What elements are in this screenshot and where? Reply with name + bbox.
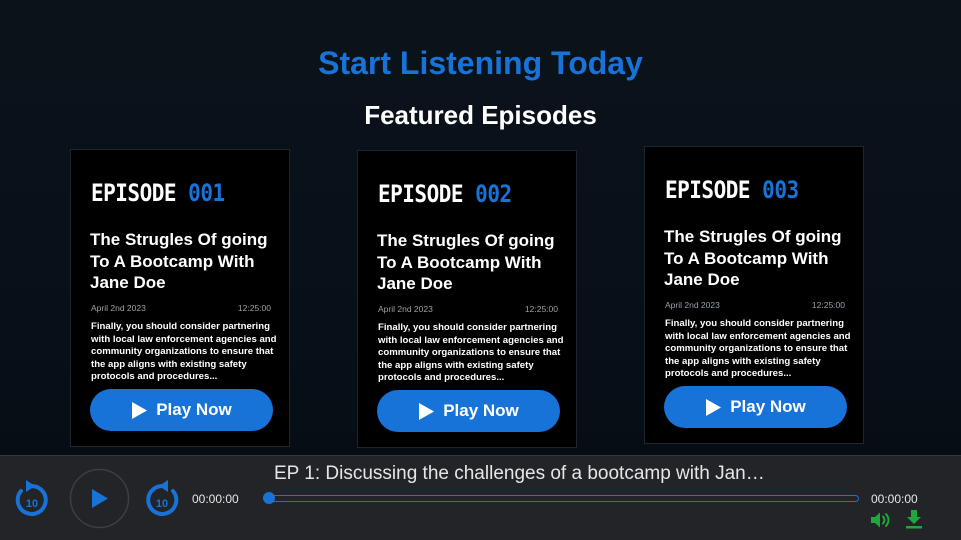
- episode-number: 002: [475, 180, 512, 208]
- episode-title: The Strugles Of going To A Bootcamp With…: [664, 227, 842, 289]
- end-time: 00:00:00: [871, 492, 918, 506]
- episode-title: The Strugles Of going To A Bootcamp With…: [90, 230, 268, 292]
- play-icon: [132, 401, 148, 419]
- play-pause-button[interactable]: [69, 468, 130, 529]
- play-now-label: Play Now: [730, 397, 806, 416]
- audio-player: 10 10 EP 1: Discussing the challenges of…: [0, 455, 961, 540]
- episode-label: EPISODE 002: [378, 180, 512, 208]
- section-title: Featured Episodes: [364, 100, 597, 130]
- now-playing-title: EP 1: Discussing the challenges of a boo…: [274, 463, 765, 484]
- episode-duration: 12:25:00: [811, 300, 845, 310]
- play-now-button[interactable]: Play Now: [664, 386, 847, 428]
- episode-number: 003: [762, 176, 799, 204]
- episode-word: EPISODE: [378, 180, 464, 208]
- episode-card: EPISODE 003 The Strugles Of going To A B…: [644, 146, 864, 444]
- rewind-seconds: 10: [26, 498, 38, 510]
- rewind-10-icon[interactable]: 10: [12, 476, 52, 522]
- play-now-label: Play Now: [443, 401, 519, 420]
- play-icon: [92, 489, 108, 508]
- episode-duration: 12:25:00: [524, 304, 558, 314]
- episode-description: Finally, you should consider partnering …: [378, 322, 564, 384]
- episode-word: EPISODE: [665, 176, 751, 204]
- episode-title: The Strugles Of going To A Bootcamp With…: [377, 231, 555, 293]
- hero-title: Start Listening Today: [318, 45, 643, 81]
- play-now-button[interactable]: Play Now: [90, 389, 273, 431]
- volume-icon[interactable]: [870, 511, 892, 529]
- episode-label: EPISODE 001: [91, 179, 225, 207]
- episode-description: Finally, you should consider partnering …: [665, 318, 851, 380]
- episode-date: April 2nd 2023: [91, 303, 146, 313]
- progress-handle[interactable]: [263, 492, 275, 504]
- play-icon: [419, 402, 435, 420]
- download-icon[interactable]: [905, 509, 923, 529]
- episode-number: 001: [188, 179, 225, 207]
- play-now-label: Play Now: [156, 400, 232, 419]
- play-now-button[interactable]: Play Now: [377, 390, 560, 432]
- episode-label: EPISODE 003: [665, 176, 799, 204]
- episode-card: EPISODE 001 The Strugles Of going To A B…: [70, 149, 290, 447]
- episode-word: EPISODE: [91, 179, 177, 207]
- play-icon: [706, 398, 722, 416]
- episode-duration: 12:25:00: [237, 303, 271, 313]
- episode-description: Finally, you should consider partnering …: [91, 321, 277, 383]
- progress-bar[interactable]: [263, 492, 859, 504]
- episode-date: April 2nd 2023: [665, 300, 720, 310]
- episode-date: April 2nd 2023: [378, 304, 433, 314]
- episode-card: EPISODE 002 The Strugles Of going To A B…: [357, 150, 577, 448]
- forward-10-icon[interactable]: 10: [142, 476, 182, 522]
- forward-seconds: 10: [156, 498, 168, 510]
- current-time: 00:00:00: [192, 492, 239, 506]
